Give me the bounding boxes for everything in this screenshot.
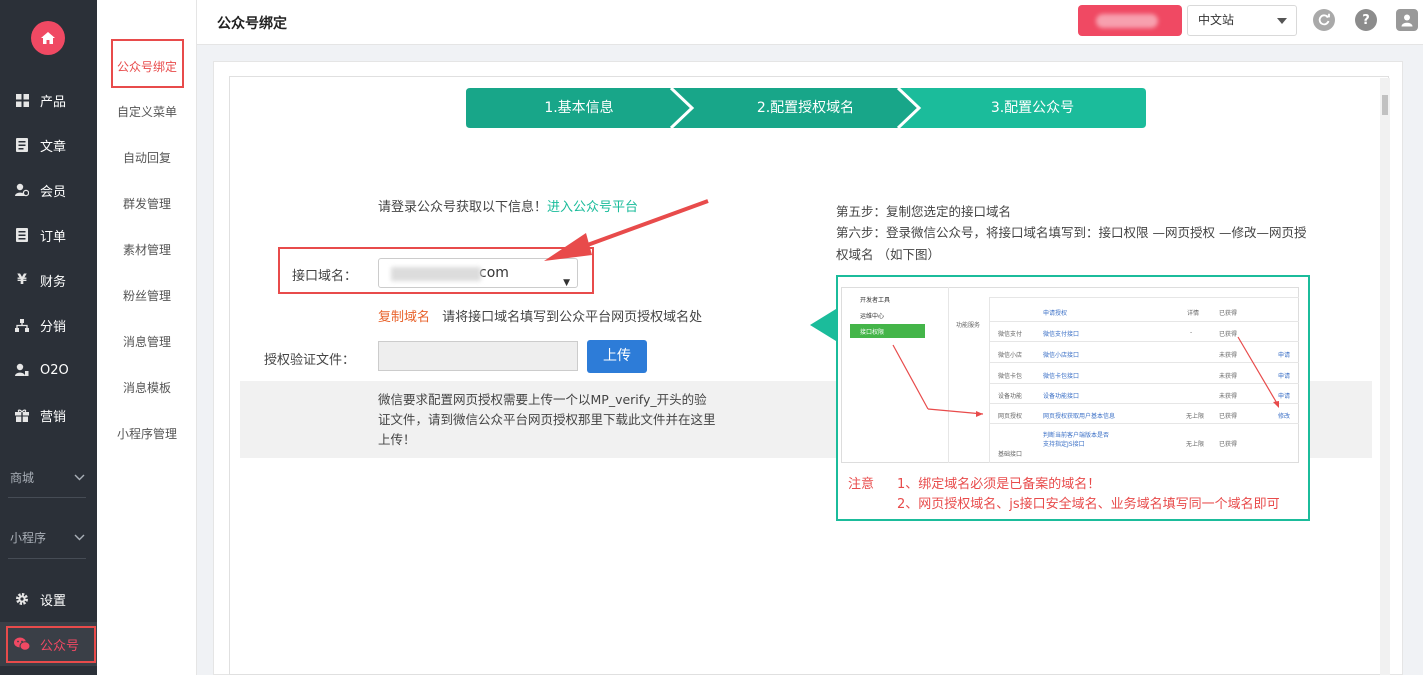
instruction-step6: 第六步：登录微信公众号，将接口域名填写到：接口权限 —网页授权 —修改—网页授权… <box>836 225 1307 262</box>
scrollbar[interactable] <box>1380 78 1390 675</box>
sidebar-divider <box>8 497 86 498</box>
instruction-step5: 第五步：复制您选定的接口域名 <box>836 204 1012 219</box>
guide-annotation-arrows <box>892 336 1279 417</box>
copy-row: 复制域名 请将接口域名填写到公众平台网页授权域名处 <box>378 306 702 325</box>
sidebar-item-marketing[interactable]: 营销 <box>0 393 97 437</box>
blurred-domain <box>391 267 481 281</box>
sidebar-item-label: 订单 <box>40 229 67 245</box>
copy-domain-link[interactable]: 复制域名 <box>378 310 430 325</box>
step-configure-account[interactable]: 3.配置公众号 <box>919 88 1146 128</box>
home-button[interactable] <box>31 21 65 55</box>
guide-pointer <box>810 309 836 341</box>
sidebar-group-label: 商城 <box>10 470 35 485</box>
subnav-item-messages[interactable]: 消息管理 <box>97 327 197 357</box>
chevron-down-icon <box>74 474 85 480</box>
subnav-item-fans[interactable]: 粉丝管理 <box>97 281 197 311</box>
annotation-arrow <box>544 199 709 261</box>
gear-icon <box>14 591 30 607</box>
guide-note-2: 2、网页授权域名、js接口安全域名、业务域名填写同一个域名即可 <box>897 497 1280 512</box>
sidebar-item-o2o[interactable]: O2O <box>0 348 97 392</box>
verify-file-input[interactable] <box>378 341 578 371</box>
subnav-item-templates[interactable]: 消息模板 <box>97 373 197 403</box>
verify-file-label: 授权验证文件： <box>264 353 356 368</box>
domain-label: 接口域名： <box>292 269 358 284</box>
hierarchy-icon <box>14 317 30 333</box>
home-icon <box>41 32 55 44</box>
sidebar-item-label: 产品 <box>40 94 67 110</box>
yen-icon: ¥ <box>17 272 27 288</box>
sidebar-item-label: 文章 <box>40 139 67 155</box>
main-sidebar: 产品 文章 会员 订单 ¥ 财务 分销 O2O 营销 商城 小程序 设置 公众号 <box>0 0 97 675</box>
sidebar-item-distribution[interactable]: 分销 <box>0 303 97 347</box>
subnav-item-custom-menu[interactable]: 自定义菜单 <box>97 97 197 127</box>
top-header: 公众号绑定 中文站 ? <box>197 0 1423 45</box>
language-select[interactable]: 中文站 <box>1187 5 1297 36</box>
caret-down-icon: ▼ <box>563 278 570 288</box>
upload-button[interactable]: 上传 <box>587 340 647 373</box>
intro-text: 请登录公众号获取以下信息！ <box>378 200 548 215</box>
sidebar-item-members[interactable]: 会员 <box>0 168 97 212</box>
sidebar-item-articles[interactable]: 文章 <box>0 123 97 167</box>
chevron-down-icon <box>74 534 85 540</box>
step-basic-info[interactable]: 1.基本信息 <box>466 88 692 128</box>
copy-hint: 请将接口域名填写到公众平台网页授权域名处 <box>442 310 703 325</box>
account-button[interactable] <box>1078 5 1182 36</box>
secondary-nav: 公众号绑定 自定义菜单 自动回复 群发管理 素材管理 粉丝管理 消息管理 消息模… <box>97 0 197 675</box>
verify-note: 微信要求配置网页授权需要上传一个以MP_verify_开头的验证文件，请到微信公… <box>378 392 716 447</box>
sidebar-group-mall[interactable]: 商城 <box>0 459 97 495</box>
sidebar-item-label: O2O <box>40 362 69 378</box>
document-icon <box>14 137 30 153</box>
language-select-value: 中文站 <box>1198 13 1235 27</box>
blurred-account-name <box>1096 14 1158 28</box>
sidebar-item-label: 财务 <box>40 274 67 290</box>
step-configure-domain[interactable]: 2.配置授权域名 <box>692 88 919 128</box>
sidebar-item-orders[interactable]: 订单 <box>0 213 97 257</box>
grid-icon <box>14 92 30 108</box>
sidebar-item-finance[interactable]: ¥ 财务 <box>0 258 97 302</box>
subnav-item-auto-reply[interactable]: 自动回复 <box>97 143 197 173</box>
refresh-icon[interactable] <box>1313 9 1335 31</box>
guide-note-1: 1、绑定域名必须是已备案的域名！ <box>897 477 1101 492</box>
sidebar-item-products[interactable]: 产品 <box>0 78 97 122</box>
subnav-item-mass-send[interactable]: 群发管理 <box>97 189 197 219</box>
domain-select-value: com <box>479 265 509 281</box>
subnav-item-miniprogram[interactable]: 小程序管理 <box>97 419 197 449</box>
guide-screenshot: 开发者工具 运维中心 接口权限 功能服务 申请授权 详情 已获得 微信支付 微信… <box>836 275 1310 521</box>
sidebar-item-label: 营销 <box>40 409 67 425</box>
subnav-item-materials[interactable]: 素材管理 <box>97 235 197 265</box>
highlight-box <box>6 626 96 663</box>
guide-note-label: 注意 <box>848 477 875 492</box>
scrollbar-thumb[interactable] <box>1382 95 1388 115</box>
sidebar-divider <box>8 558 86 559</box>
sidebar-group-miniprogram[interactable]: 小程序 <box>0 519 97 555</box>
user-icon[interactable] <box>1396 9 1418 31</box>
help-icon[interactable]: ? <box>1355 9 1377 31</box>
sidebar-group-label: 小程序 <box>10 530 47 545</box>
sidebar-item-label: 设置 <box>40 593 67 609</box>
highlight-box <box>111 39 184 88</box>
page-title: 公众号绑定 <box>217 16 287 32</box>
order-list-icon <box>14 227 30 243</box>
sidebar-item-label: 会员 <box>40 184 67 200</box>
o2o-icon <box>14 362 30 378</box>
caret-down-icon <box>1277 18 1287 24</box>
sidebar-item-label: 分销 <box>40 319 67 335</box>
sidebar-item-settings[interactable]: 设置 <box>0 577 97 621</box>
member-icon <box>14 182 30 198</box>
gift-icon <box>14 407 30 423</box>
